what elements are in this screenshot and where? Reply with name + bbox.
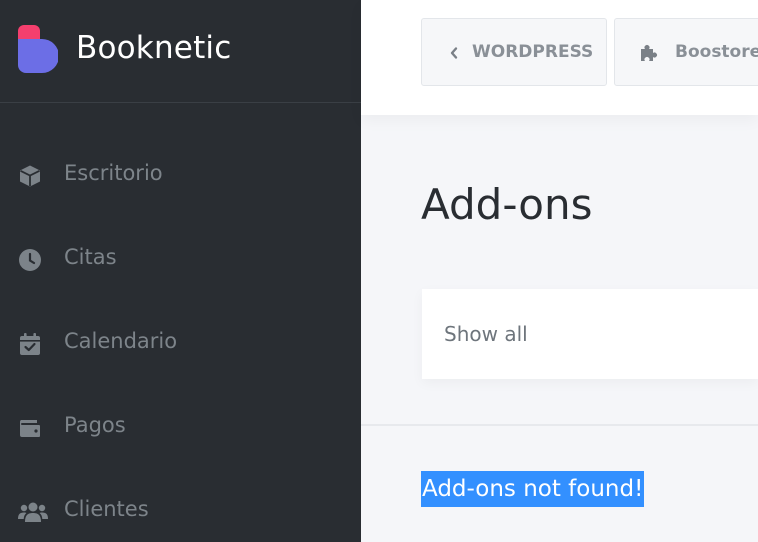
brand-header[interactable]: Booknetic — [0, 0, 361, 103]
wallet-icon — [19, 420, 40, 437]
filter-show-all[interactable]: Show all — [444, 322, 528, 346]
back-to-wordpress-button[interactable]: WORDPRESS — [421, 18, 607, 86]
top-bar: WORDPRESS Boostore — [361, 0, 758, 115]
chevron-left-icon — [450, 47, 458, 59]
boostore-label: Boostore — [675, 42, 758, 62]
sidebar-item-label: Clientes — [64, 497, 149, 521]
back-to-wordpress-label: WORDPRESS — [472, 42, 594, 62]
users-icon — [18, 502, 48, 522]
sidebar-item-citas[interactable]: Citas — [0, 232, 361, 288]
booknetic-logo-icon — [18, 25, 58, 73]
sidebar-item-label: Calendario — [64, 329, 178, 353]
sidebar-item-calendario[interactable]: Calendario — [0, 316, 361, 372]
sidebar: Booknetic Escritorio Citas Calendario Pa… — [0, 0, 361, 542]
sidebar-item-clientes[interactable]: Clientes — [0, 484, 361, 540]
sidebar-item-pagos[interactable]: Pagos — [0, 400, 361, 456]
empty-state-message: Add-ons not found! — [421, 471, 645, 507]
sidebar-item-escritorio[interactable]: Escritorio — [0, 148, 361, 204]
page-title: Add-ons — [421, 180, 593, 229]
brand-name: Booknetic — [76, 30, 232, 66]
boostore-button[interactable]: Boostore — [614, 18, 758, 86]
content-divider — [361, 424, 758, 426]
addons-filter-bar: Show all — [422, 289, 758, 379]
clock-icon — [19, 249, 41, 271]
sidebar-item-label: Escritorio — [64, 161, 163, 185]
cube-icon — [20, 165, 40, 187]
puzzle-icon — [641, 45, 657, 61]
sidebar-item-label: Citas — [64, 245, 117, 269]
sidebar-item-label: Pagos — [64, 413, 126, 437]
calendar-check-icon — [20, 333, 40, 355]
